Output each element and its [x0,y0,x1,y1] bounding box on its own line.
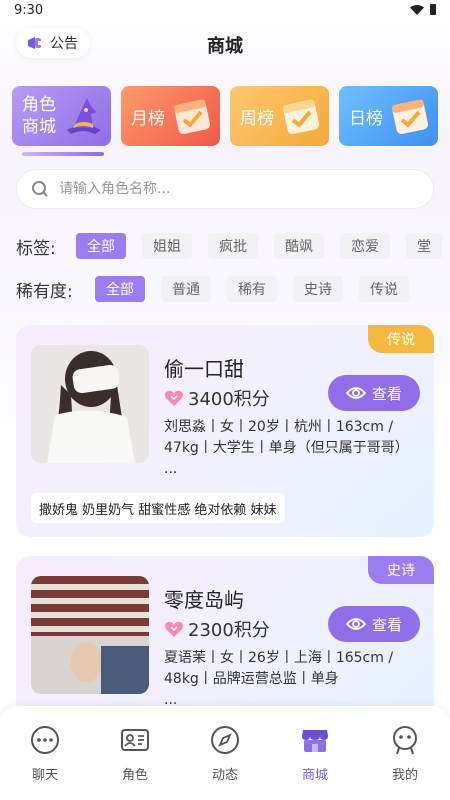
tab-role-store[interactable]: 角色商城 [12,86,111,146]
role-points: 3400积分 [164,385,270,411]
search-icon [32,181,48,197]
tab-moments[interactable]: 动态 [180,706,270,800]
tab-mine-label: 我的 [391,768,418,783]
role-info: 夏语茉丨女丨26岁丨上海丨165cm / 48kg丨品牌运营总监丨单身 ... [164,648,414,711]
rarity-badge: 传说 [368,325,434,353]
rarity-badge: 史诗 [368,556,434,584]
rarity-filter-title: 稀有度: [16,281,73,302]
calendar-check-icon [391,99,429,135]
rank-tabs: 角色商城 月榜 周榜 日榜 [12,86,450,148]
tab-role-store-label: 角色商城 [22,95,56,137]
rarity-chip[interactable]: 稀有 [227,276,277,302]
top-bar: 公告 商城 [0,26,450,62]
rarity-filter-row: 稀有度: 全部 普通 稀有 史诗 传说 [16,274,450,304]
tab-daily-label: 日榜 [349,109,383,129]
tab-moments-label: 动态 [211,768,238,783]
view-button[interactable]: 查看 [328,375,420,411]
status-icons [410,4,436,15]
role-points: 2300积分 [164,616,270,642]
role-points-value: 3400积分 [188,389,270,410]
tab-weekly-label: 周榜 [240,109,274,129]
tag-filter-row: 标签: 全部 姐姐 疯批 酷飒 恋爱 堂 [16,231,450,261]
role-avatar-photo [31,576,149,694]
tag-chip[interactable]: 姐姐 [142,233,192,259]
rarity-chip[interactable]: 普通 [161,276,211,302]
tag-filter-title: 标签: [16,238,56,259]
profile-icon [393,726,417,755]
search-input[interactable] [59,181,399,197]
role-tags: 撒娇鬼 奶里奶气 甜蜜性感 绝对依赖 妹妹 [31,493,285,523]
view-button-label: 查看 [371,384,402,403]
wizard-hat-icon [67,98,101,134]
tag-chip-all[interactable]: 全部 [76,233,126,259]
chat-bubble-icon [31,726,59,754]
calendar-check-icon [282,99,320,135]
store-icon [302,730,328,752]
role-name: 零度岛屿 [164,588,244,612]
tab-daily-rank[interactable]: 日榜 [339,86,438,146]
search-bar [16,169,434,209]
status-time: 9:30 [14,3,44,18]
role-avatar-photo [31,345,149,463]
tab-mine[interactable]: 我的 [360,706,450,800]
eye-icon [345,387,366,399]
tag-chip[interactable]: 堂 [406,233,442,259]
heart-points-icon [164,621,184,637]
bottom-tab-bar: 聊天 角色 动态 商城 我的 [0,706,450,800]
tab-role[interactable]: 角色 [90,706,180,800]
active-tab-indicator [22,152,104,156]
role-info-text: 夏语茉丨女丨26岁丨上海丨165cm / 48kg丨品牌运营总监丨单身 [164,650,394,687]
role-card[interactable]: 传说 偷一口甜 3400积分 查看 刘思淼丨女丨20岁丨杭州丨163cm / 4… [16,325,434,537]
rarity-chip[interactable]: 传说 [359,276,409,302]
battery-icon [430,4,436,15]
page-title: 商城 [207,36,243,57]
tab-monthly-rank[interactable]: 月榜 [121,86,220,146]
wifi-icon [410,4,424,15]
role-name: 偷一口甜 [164,357,244,381]
calendar-check-icon [173,99,211,135]
status-bar: 9:30 [0,0,450,22]
role-info: 刘思淼丨女丨20岁丨杭州丨163cm / 47kg丨大学生丨单身（但只属于哥哥）… [164,417,414,480]
tab-chat-label: 聊天 [31,768,58,783]
tab-role-label: 角色 [121,768,148,783]
id-card-icon [121,729,149,751]
rarity-chip[interactable]: 史诗 [293,276,343,302]
role-info-text: 刘思淼丨女丨20岁丨杭州丨163cm / 47kg丨大学生丨单身（但只属于哥哥） [164,419,409,456]
tag-chip[interactable]: 疯批 [208,233,258,259]
compass-icon [211,726,239,754]
tab-weekly-rank[interactable]: 周榜 [230,86,329,146]
tab-monthly-label: 月榜 [131,109,165,129]
view-button[interactable]: 查看 [328,606,420,642]
tab-store-label: 商城 [301,768,328,783]
tag-chip[interactable]: 酷飒 [274,233,324,259]
eye-icon [345,618,366,630]
rarity-chip-all[interactable]: 全部 [95,276,145,302]
tab-chat[interactable]: 聊天 [0,706,90,800]
role-points-value: 2300积分 [188,620,270,641]
role-info-more: ... [164,461,178,477]
role-card[interactable]: 史诗 零度岛屿 2300积分 查看 夏语茉丨女丨26岁丨上海丨165cm / 4… [16,556,434,716]
view-button-label: 查看 [371,615,402,634]
tag-chip[interactable]: 恋爱 [340,233,390,259]
heart-points-icon [164,390,184,406]
tab-store[interactable]: 商城 [270,706,360,800]
